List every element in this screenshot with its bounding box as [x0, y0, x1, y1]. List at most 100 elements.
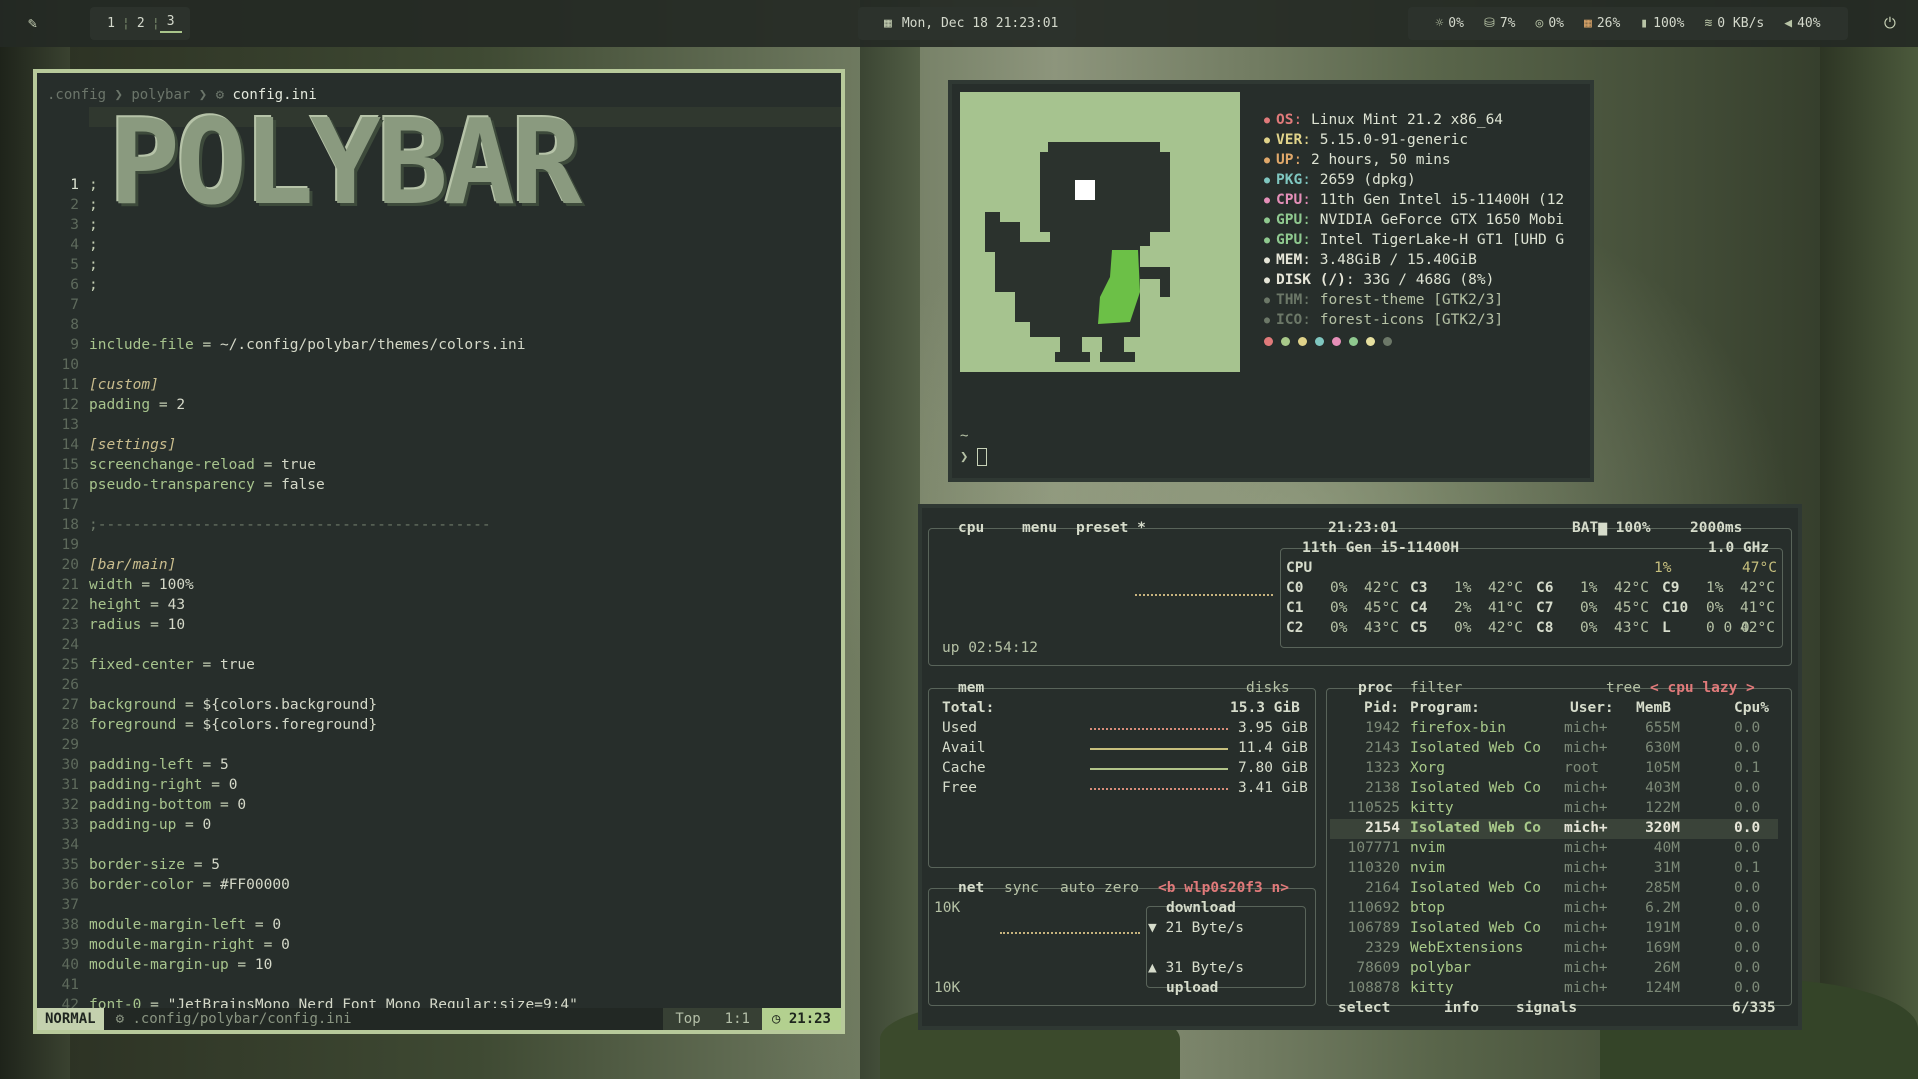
volume-module[interactable]: ◀ 40%: [1784, 16, 1820, 31]
code-line[interactable]: 23 radius = 10: [37, 615, 186, 635]
code-line[interactable]: 20 [bar/main]: [37, 555, 177, 575]
code-line[interactable]: 11 [custom]: [37, 375, 159, 395]
tab-menu[interactable]: menu: [1022, 518, 1057, 538]
proc-user[interactable]: mich+: [1564, 958, 1608, 978]
proc-mem[interactable]: 6.2M: [1636, 898, 1680, 918]
proc-user[interactable]: mich+: [1564, 938, 1608, 958]
proc-pid[interactable]: 107771: [1348, 838, 1400, 858]
proc-user[interactable]: root: [1564, 758, 1599, 778]
net-tab-3[interactable]: zero: [1104, 878, 1139, 898]
proc-user[interactable]: mich+: [1564, 778, 1608, 798]
code-line[interactable]: 41: [37, 975, 89, 995]
proc-program[interactable]: btop: [1410, 898, 1445, 918]
proc-mem[interactable]: 26M: [1636, 958, 1680, 978]
proc-program[interactable]: kitty: [1410, 978, 1454, 998]
code-line[interactable]: 27 background = ${colors.background}: [37, 695, 378, 715]
proc-program[interactable]: Isolated Web Co: [1410, 778, 1541, 798]
code-line[interactable]: 19: [37, 535, 89, 555]
proc-cpu[interactable]: 0.0: [1734, 978, 1760, 998]
proc-cpu[interactable]: 0.0: [1734, 838, 1760, 858]
proc-pid[interactable]: 2143: [1365, 738, 1400, 758]
proc-mem[interactable]: 31M: [1636, 858, 1680, 878]
code-line[interactable]: 4;: [37, 235, 97, 255]
code-line[interactable]: 1;: [37, 175, 97, 195]
proc-cpu[interactable]: 0.0: [1734, 798, 1760, 818]
code-line[interactable]: 33 padding-up = 0: [37, 815, 212, 835]
proc-user[interactable]: mich+: [1564, 718, 1608, 738]
proc-pid[interactable]: 78609: [1356, 958, 1400, 978]
code-line[interactable]: 36 border-color = #FF00000: [37, 875, 290, 895]
cpu-module[interactable]: ◎ 0%: [1536, 16, 1564, 31]
proc-program[interactable]: polybar: [1410, 958, 1471, 978]
code-line[interactable]: 12 padding = 2: [37, 395, 186, 415]
code-line[interactable]: 7: [37, 295, 89, 315]
editor-window[interactable]: .config ❯ polybar ❯ ⚙ config.ini 1; 2; 3; 4…: [33, 69, 845, 1034]
code-line[interactable]: 38 module-margin-left = 0: [37, 915, 282, 935]
proc-cpu[interactable]: 0.1: [1734, 858, 1760, 878]
proc-program[interactable]: Isolated Web Co: [1410, 918, 1541, 938]
proc-mem[interactable]: 124M: [1636, 978, 1680, 998]
proc-user[interactable]: mich+: [1564, 738, 1608, 758]
proc-user[interactable]: mich+: [1564, 878, 1608, 898]
proc-program[interactable]: nvim: [1410, 858, 1445, 878]
proc-cpu[interactable]: 0.0: [1734, 718, 1760, 738]
proc-user[interactable]: mich+: [1564, 838, 1608, 858]
proc-cpu[interactable]: 0.0: [1734, 818, 1760, 838]
info-button[interactable]: info: [1444, 998, 1479, 1018]
terminal-window[interactable]: ● OS: Linux Mint 21.2 x86_64 ● VER: 5.15.…: [948, 80, 1594, 482]
code-line[interactable]: 14 [settings]: [37, 435, 177, 455]
proc-mem[interactable]: 403M: [1636, 778, 1680, 798]
proc-program[interactable]: Isolated Web Co: [1410, 878, 1541, 898]
code-line[interactable]: 39 module-margin-right = 0: [37, 935, 290, 955]
proc-pid[interactable]: 1942: [1365, 718, 1400, 738]
proc-mem[interactable]: 105M: [1636, 758, 1680, 778]
proc-program[interactable]: Xorg: [1410, 758, 1445, 778]
code-line[interactable]: 10: [37, 355, 89, 375]
menu-leaf-icon[interactable]: ✎: [28, 14, 37, 32]
code-line[interactable]: 3;: [37, 215, 97, 235]
proc-cpu[interactable]: 0.0: [1734, 898, 1760, 918]
proc-cpu[interactable]: 0.0: [1734, 938, 1760, 958]
net-interface[interactable]: <b wlp0s20f3 n>: [1158, 878, 1289, 898]
workspace-3[interactable]: 3: [159, 14, 182, 33]
proc-program[interactable]: WebExtensions: [1410, 938, 1524, 958]
code-line[interactable]: 25 fixed-center = true: [37, 655, 255, 675]
code-line[interactable]: 26: [37, 675, 89, 695]
proc-pid[interactable]: 110525: [1348, 798, 1400, 818]
proc-user[interactable]: mich+: [1564, 858, 1608, 878]
code-line[interactable]: 37: [37, 895, 89, 915]
net-tab-2[interactable]: auto: [1060, 878, 1095, 898]
tab-preset[interactable]: preset *: [1076, 518, 1146, 538]
code-line[interactable]: 24: [37, 635, 89, 655]
proc-mem[interactable]: 122M: [1636, 798, 1680, 818]
proc-tab-3[interactable]: < cpu lazy >: [1650, 678, 1755, 698]
proc-program[interactable]: nvim: [1410, 838, 1445, 858]
refresh-rate[interactable]: 2000ms: [1690, 518, 1742, 538]
code-line[interactable]: 18 ;-------------------------------------…: [37, 515, 491, 535]
brightness-module[interactable]: ☼ 0%: [1435, 16, 1463, 31]
disks-title[interactable]: disks: [1246, 678, 1290, 698]
memory-module[interactable]: ▦ 26%: [1584, 16, 1620, 31]
signals-button[interactable]: signals: [1516, 998, 1577, 1018]
code-line[interactable]: 21 width = 100%: [37, 575, 194, 595]
select-button[interactable]: select: [1338, 998, 1390, 1018]
proc-mem[interactable]: 40M: [1636, 838, 1680, 858]
proc-tab-0[interactable]: proc: [1358, 678, 1393, 698]
network-module[interactable]: ≋ 0 KB/s: [1704, 16, 1764, 31]
proc-pid[interactable]: 106789: [1348, 918, 1400, 938]
battery-module[interactable]: ▮ 100%: [1640, 16, 1684, 31]
code-line[interactable]: 34: [37, 835, 89, 855]
proc-user[interactable]: mich+: [1564, 978, 1608, 998]
workspace-1[interactable]: 1: [100, 16, 122, 31]
proc-pid[interactable]: 110320: [1348, 858, 1400, 878]
proc-pid[interactable]: 2164: [1365, 878, 1400, 898]
proc-pid[interactable]: 1323: [1365, 758, 1400, 778]
code-line[interactable]: 8: [37, 315, 89, 335]
code-line[interactable]: 22 height = 43: [37, 595, 186, 615]
code-line[interactable]: 16 pseudo-transparency = false: [37, 475, 325, 495]
mem-title[interactable]: mem: [958, 678, 984, 698]
proc-user[interactable]: mich+: [1564, 898, 1608, 918]
code-line[interactable]: 28 foreground = ${colors.foreground}: [37, 715, 378, 735]
proc-pid[interactable]: 2329: [1365, 938, 1400, 958]
code-line[interactable]: 31 padding-right = 0: [37, 775, 238, 795]
